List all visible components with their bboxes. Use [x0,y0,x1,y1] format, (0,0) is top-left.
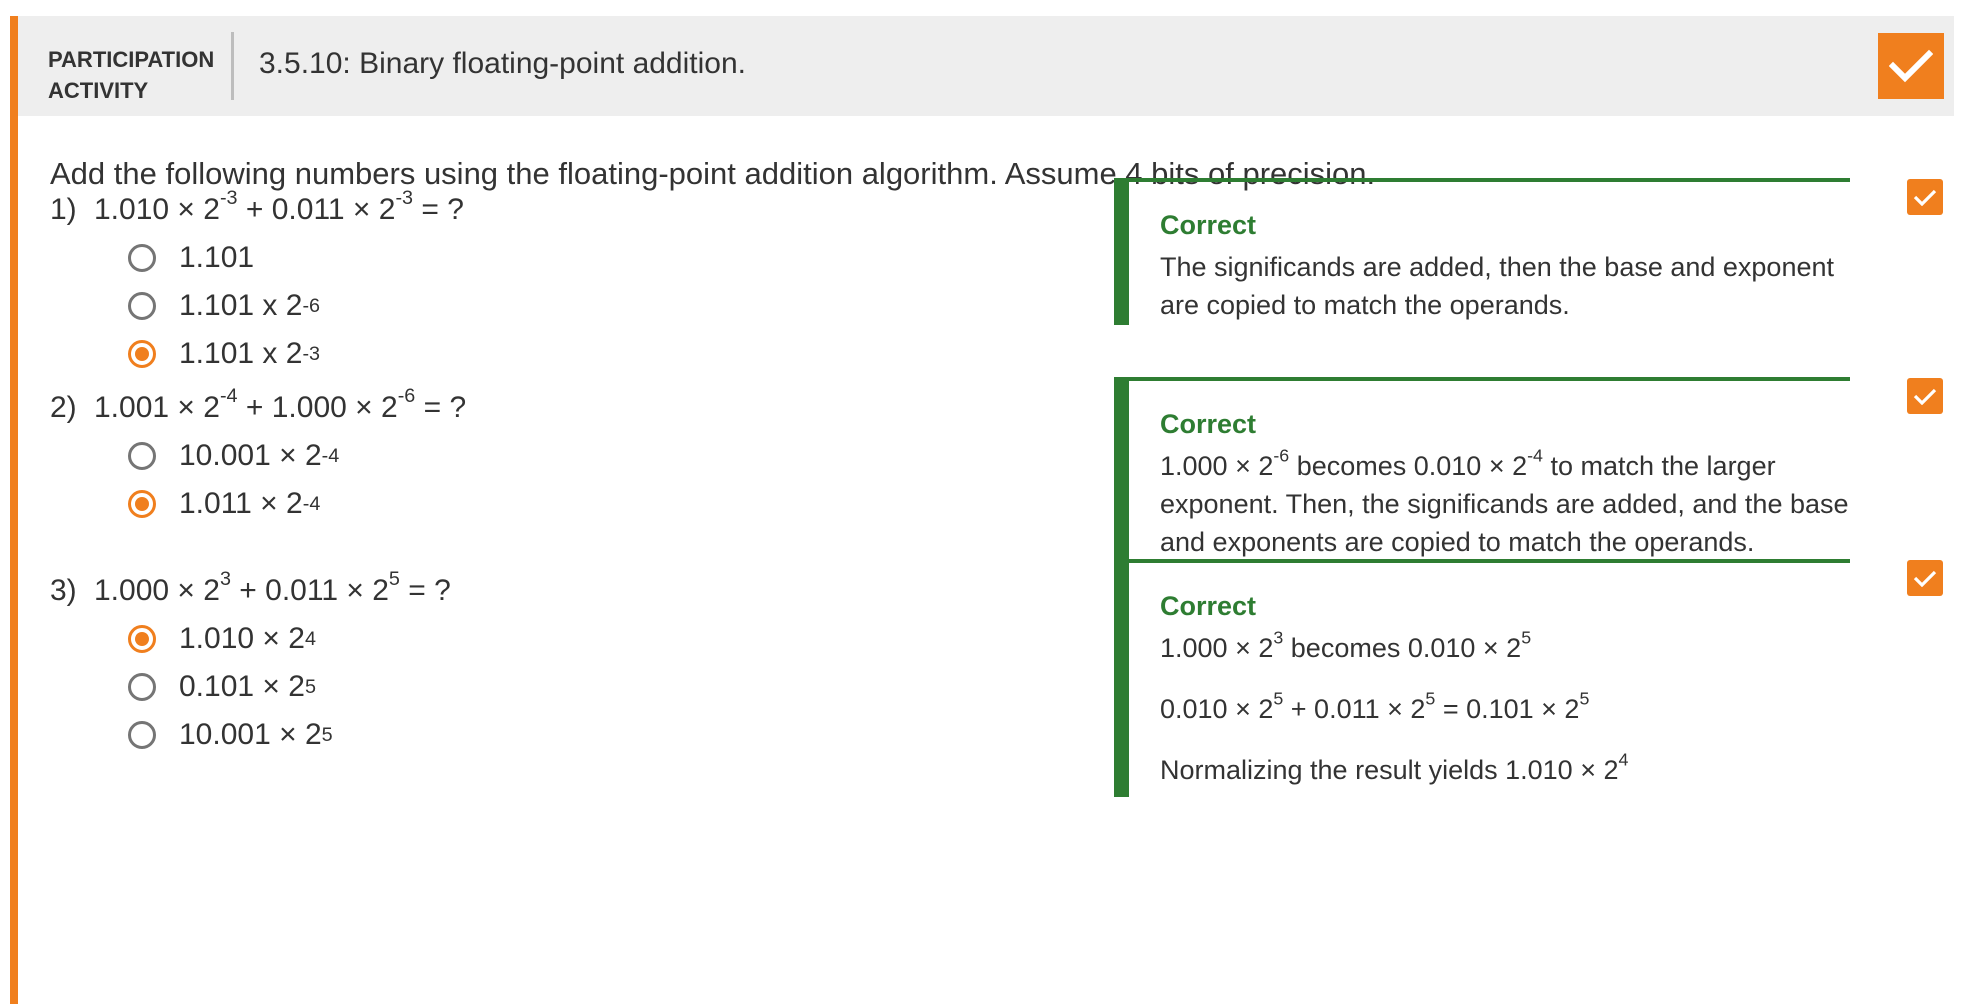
feedback-term: becomes 0.010 × 2 [1289,451,1528,481]
question-2-option-1[interactable]: 10.001 × 2 -4 [128,436,339,476]
feedback-exponent: 4 [1618,749,1629,770]
feedback-line-2: 0.010 × 25 + 0.011 × 25 = 0.101 × 25 [1160,690,1850,728]
feedback-exponent: 5 [1521,627,1532,648]
prompt-exponent: 3 [219,568,231,591]
prompt-exponent: -3 [395,187,414,210]
question-1-option-1[interactable]: 1.101 [128,238,254,278]
feedback-exponent: -6 [1273,445,1290,466]
question-3-option-3[interactable]: 10.001 × 25 [128,715,333,755]
activity-type-line2: ACTIVITY [48,78,149,103]
option-label: 1.101 x 2 [179,337,303,370]
option-label: 10.001 × 2 [179,718,322,751]
question-1-checkmark-icon [1907,179,1943,215]
question-1-option-2[interactable]: 1.101 x 2 -6 [128,286,320,326]
feedback-title: Correct [1160,210,1257,240]
prompt-end: = ? [399,574,451,607]
radio-button[interactable] [128,244,156,272]
feedback-exponent: 5 [1425,688,1436,709]
completion-checkmark-icon [1878,33,1944,99]
question-1-prompt: 1) 1.010 × 2-3 + 0.011 × 2-3 = ? [50,187,464,230]
question-3-option-1[interactable]: 1.010 × 24 [128,619,316,659]
option-label: 10.001 × 2 [179,439,322,472]
prompt-term: + 0.011 × 2 [237,193,396,226]
radio-button[interactable] [128,721,156,749]
prompt-term: + 1.000 × 2 [237,391,398,424]
prompt-term: 1.000 × 2 [94,574,220,607]
feedback-exponent: 3 [1273,627,1284,648]
feedback-text: The significands are added, then the bas… [1160,252,1834,320]
participation-activity: PARTICIPATION ACTIVITY 3.5.10: Binary fl… [10,16,1954,1004]
option-label: 0.101 × 2 [179,670,305,703]
radio-button[interactable] [128,673,156,701]
feedback-exponent: 5 [1273,688,1284,709]
question-number: 2) [50,391,77,424]
activity-type-line1: PARTICIPATION [48,47,215,72]
feedback-exponent: -4 [1527,445,1543,466]
prompt-exponent: -3 [219,187,238,210]
radio-button[interactable] [128,442,156,470]
option-label: 1.101 [179,241,255,274]
feedback-term: Normalizing the result yields 1.010 × 2 [1160,755,1619,785]
feedback-line-1: 1.000 × 23 becomes 0.010 × 25 [1160,629,1850,667]
option-label: 1.011 × 2 [179,487,303,520]
feedback-text: 1.000 × 2-6 becomes 0.010 × 2-4 to match… [1160,447,1850,561]
feedback-title: Correct [1160,409,1257,439]
question-number: 3) [50,574,77,607]
activity-header: PARTICIPATION ACTIVITY 3.5.10: Binary fl… [18,16,1954,116]
question-1-option-3[interactable]: 1.101 x 2 -3 [128,334,320,374]
prompt-exponent: 5 [388,568,400,591]
question-2-option-2[interactable]: 1.011 × 2 -4 [128,484,320,524]
radio-button-selected[interactable] [128,340,156,368]
prompt-end: = ? [413,193,464,226]
feedback-term: 0.010 × 2 [1160,694,1274,724]
prompt-end: = ? [415,391,467,424]
prompt-term: + 0.011 × 2 [230,574,389,607]
radio-button-selected[interactable] [128,490,156,518]
feedback-term: 1.000 × 2 [1160,633,1274,663]
option-label: 1.010 × 2 [179,622,305,655]
question-2-checkmark-icon [1907,378,1943,414]
question-3-checkmark-icon [1907,560,1943,596]
radio-button[interactable] [128,292,156,320]
feedback-title: Correct [1160,591,1257,621]
feedback-exponent: 5 [1579,688,1590,709]
feedback-line-3: Normalizing the result yields 1.010 × 24 [1160,751,1850,789]
feedback-term: + 0.011 × 2 [1283,694,1426,724]
question-1-feedback: Correct The significands are added, then… [1114,178,1850,325]
question-3-prompt: 3) 1.000 × 23 + 0.011 × 25 = ? [50,568,451,611]
activity-title: 3.5.10: Binary floating-point addition. [259,47,746,80]
question-3-option-2[interactable]: 0.101 × 25 [128,667,316,707]
prompt-exponent: -6 [397,385,416,408]
prompt-term: 1.010 × 2 [94,193,220,226]
option-label: 1.101 x 2 [179,289,303,322]
radio-button-selected[interactable] [128,625,156,653]
question-2-prompt: 2) 1.001 × 2-4 + 1.000 × 2-6 = ? [50,385,467,428]
activity-type-label: PARTICIPATION ACTIVITY [48,44,218,106]
question-2-feedback: Correct 1.000 × 2-6 becomes 0.010 × 2-4 … [1114,377,1850,568]
question-number: 1) [50,193,77,226]
prompt-term: 1.001 × 2 [94,391,220,424]
feedback-term: = 0.101 × 2 [1435,694,1580,724]
question-3-feedback: Correct 1.000 × 23 becomes 0.010 × 25 0.… [1114,559,1850,797]
feedback-term: 1.000 × 2 [1160,451,1274,481]
header-divider [231,32,234,100]
prompt-exponent: -4 [219,385,238,408]
feedback-term: becomes 0.010 × 2 [1283,633,1522,663]
